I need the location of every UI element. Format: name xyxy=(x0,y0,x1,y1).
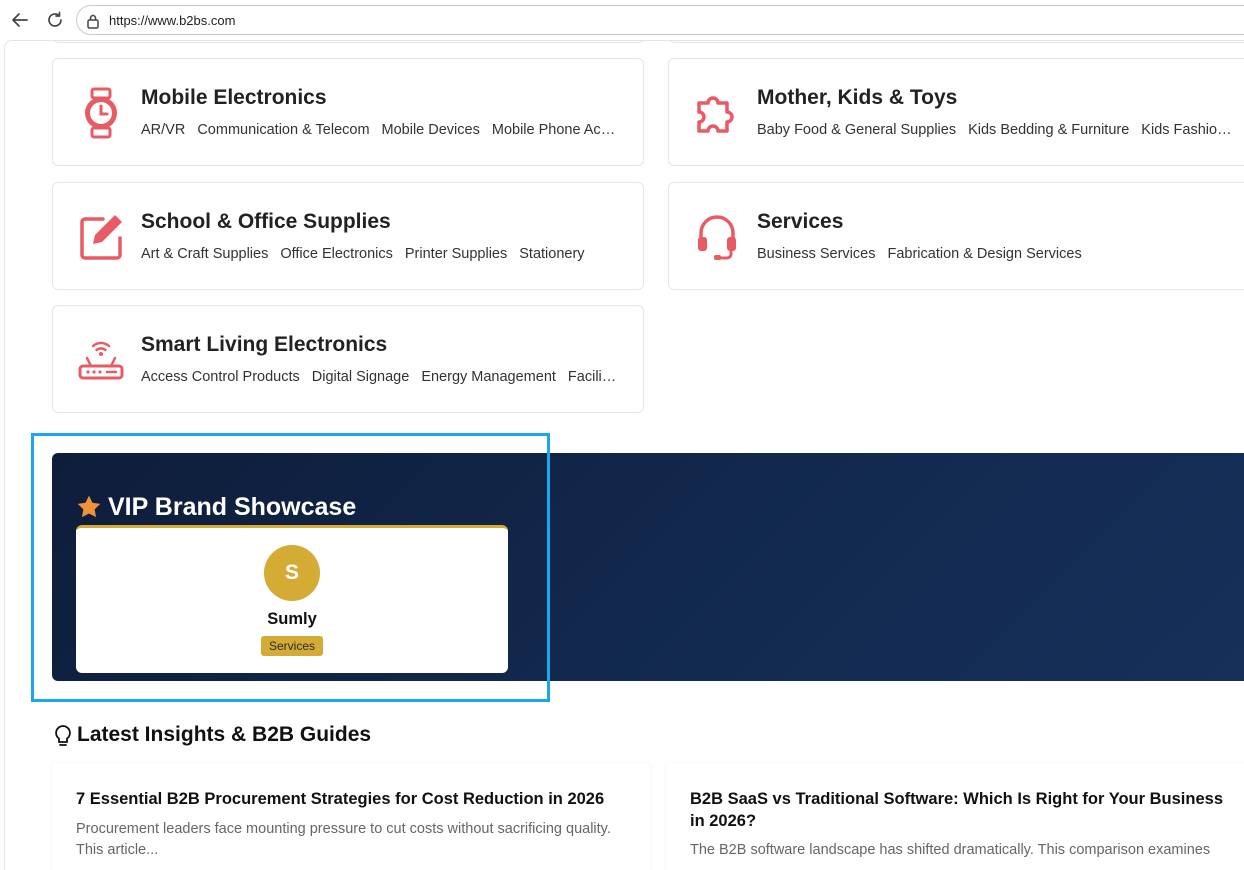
browser-toolbar: https://www.b2bs.com xyxy=(0,0,1244,40)
watch-icon xyxy=(85,87,117,139)
subcategory-link[interactable]: AR/VR xyxy=(141,122,185,138)
article-title[interactable]: B2B SaaS vs Traditional Software: Which … xyxy=(690,788,1240,832)
article-title[interactable]: 7 Essential B2B Procurement Strategies f… xyxy=(76,788,636,810)
category-title: School & Office Supplies xyxy=(141,210,391,233)
subcategory-link[interactable]: Kids Bedding & Furniture xyxy=(968,122,1129,138)
subcategory-link[interactable]: Business Services xyxy=(757,246,875,262)
article-excerpt: The B2B software landscape has shifted d… xyxy=(690,842,1211,858)
card-edge xyxy=(669,41,1244,43)
section-title: Latest Insights & B2B Guides xyxy=(77,723,372,746)
subcategory-link[interactable]: Energy Management xyxy=(421,369,556,385)
subcategory-link[interactable]: Printer Supplies xyxy=(405,246,507,262)
category-subcategories: Access Control Products Digital Signage En… xyxy=(141,369,619,385)
back-button[interactable] xyxy=(9,9,31,31)
subcategory-link[interactable]: Fabrication & Design Services xyxy=(887,246,1081,262)
section-title: VIP Brand Showcase xyxy=(108,493,357,521)
reload-button[interactable] xyxy=(44,9,66,31)
page-content: Mobile Electronics AR/VR Communication & … xyxy=(4,40,1244,870)
subcategory-link[interactable]: Office Electronics xyxy=(280,246,393,262)
article-card[interactable]: 7 Essential B2B Procurement Strategies f… xyxy=(52,763,650,870)
url-text: https://www.b2bs.com xyxy=(109,13,236,28)
category-card-mobile-electronics[interactable]: Mobile Electronics AR/VR Communication & … xyxy=(52,58,644,166)
reload-icon xyxy=(48,11,62,27)
brand-card[interactable]: S Sumly Services xyxy=(76,525,508,673)
arrow-left-icon xyxy=(12,13,28,27)
category-title: Mobile Electronics xyxy=(141,86,327,109)
lightbulb-icon xyxy=(55,725,71,746)
card-edge xyxy=(53,41,645,43)
brand-name: Sumly xyxy=(267,610,317,628)
category-card-smart-living[interactable]: Smart Living Electronics Access Control … xyxy=(52,305,644,413)
subcategory-link[interactable]: Art & Craft Supplies xyxy=(141,246,268,262)
lock-icon xyxy=(87,14,99,29)
category-card-school-office[interactable]: School & Office Supplies Art & Craft Sup… xyxy=(52,182,644,290)
subcategory-link[interactable]: Mobile Phone Accessories xyxy=(492,122,619,138)
brand-category-badge: Services xyxy=(261,636,323,656)
category-subcategories: Art & Craft Supplies Office Electronics Pr… xyxy=(141,246,619,262)
star-icon xyxy=(77,495,101,518)
category-subcategories: AR/VR Communication & Telecom Mobile Devic… xyxy=(141,122,619,138)
category-subcategories: Business Services Fabrication & Design Se… xyxy=(757,246,1235,262)
subcategory-link[interactable]: Mobile Devices xyxy=(382,122,480,138)
category-title: Smart Living Electronics xyxy=(141,333,388,356)
category-title: Services xyxy=(757,210,844,233)
puzzle-icon xyxy=(697,96,734,133)
category-title: Mother, Kids & Toys xyxy=(757,86,958,109)
headset-icon xyxy=(698,215,736,260)
category-subcategories: Baby Food & General Supplies Kids Bedding… xyxy=(757,122,1233,138)
edit-icon xyxy=(80,215,122,260)
subcategory-link[interactable]: Kids Fashion xyxy=(1141,122,1225,138)
subcategory-link[interactable]: Access Control Products xyxy=(141,369,300,385)
subcategory-link[interactable]: Digital Signage xyxy=(312,369,410,385)
vip-brand-showcase: VIP Brand Showcase S Sumly Services xyxy=(52,453,1244,681)
category-card-services[interactable]: Services Business Services Fabrication & … xyxy=(668,182,1244,290)
subcategory-link[interactable]: Communication & Telecom xyxy=(197,122,369,138)
article-card[interactable]: B2B SaaS vs Traditional Software: Which … xyxy=(666,763,1244,870)
subcategory-link[interactable]: Facility Management xyxy=(568,369,619,385)
article-excerpt: Procurement leaders face mounting pressu… xyxy=(76,821,611,858)
router-icon xyxy=(78,341,124,380)
brand-avatar: S xyxy=(264,545,320,601)
subcategory-link[interactable]: Baby Food & General Supplies xyxy=(757,122,956,138)
subcategory-link[interactable]: Stationery xyxy=(519,246,584,262)
category-card-mother-kids-toys[interactable]: Mother, Kids & Toys Baby Food & General … xyxy=(668,58,1244,166)
address-bar[interactable]: https://www.b2bs.com xyxy=(76,5,1244,35)
